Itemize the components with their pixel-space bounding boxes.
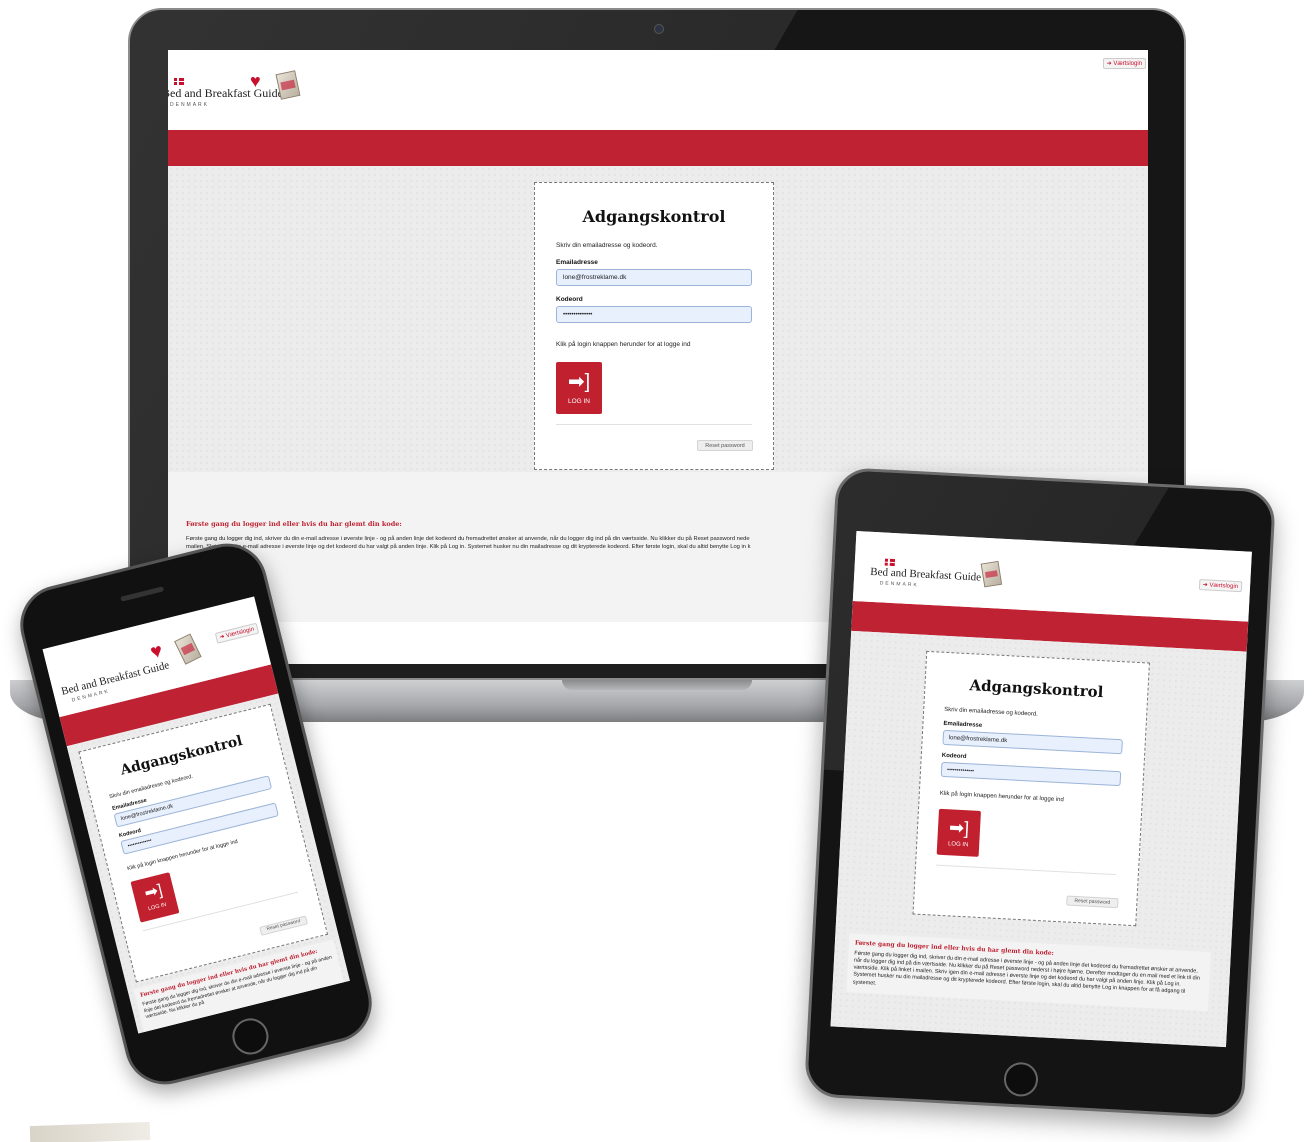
brand-name: Bed and Breakfast Guide — [168, 86, 283, 100]
password-value: •••••••••••••• — [563, 311, 593, 318]
tablet-reset-password-label: Reset password — [1074, 897, 1111, 906]
tablet-email-value: lone@frostreklame.dk — [948, 734, 1008, 744]
reset-password-label: Reset password — [705, 443, 745, 449]
host-login-button[interactable]: ➜ Værtslogin — [1102, 58, 1146, 69]
tablet-device: Bed and Breakfast Guide DENMARK ➜ Værtsl… — [803, 466, 1277, 1120]
phone-login-box: Adgangskontrol Skriv din emailadresse og… — [78, 703, 329, 983]
tablet-brand-sub: DENMARK — [879, 580, 919, 589]
tablet-password-value: •••••••••••••• — [946, 766, 975, 775]
email-value: lone@frostreklame.dk — [563, 274, 627, 281]
guide-book-icon — [275, 70, 301, 100]
login-intro: Skriv din emailadresse og kodeord. — [556, 242, 658, 249]
tablet-login-button-label: LOG IN — [947, 840, 969, 848]
laptop-notch — [562, 680, 752, 690]
phone-host-login-button[interactable]: ➜ Værtslogin — [214, 622, 260, 644]
password-field[interactable]: •••••••••••••• — [556, 306, 752, 323]
phone-brand-name: Bed and Breakfast Guide — [60, 659, 171, 698]
password-label: Kodeord — [556, 296, 583, 303]
email-field[interactable]: lone@frostreklame.dk — [556, 269, 752, 286]
tablet-login-button[interactable]: ➡] LOG IN — [936, 808, 981, 857]
content-area: Adgangskontrol Skriv din emailadresse og… — [168, 166, 1148, 472]
tablet-login-intro: Skriv din emailadresse og kodeord. — [944, 706, 1038, 718]
tablet-divider — [936, 864, 1116, 876]
phone-speaker — [120, 586, 165, 602]
sign-in-icon: ➡] — [567, 370, 591, 393]
tablet-info-section: Første gang du logger ind eller hvis du … — [846, 933, 1211, 1011]
phone-login-button[interactable]: ➡] LOG IN — [130, 872, 180, 923]
reset-password-button[interactable]: Reset password — [697, 440, 753, 451]
phone-password-value: •••••••••••••• — [127, 837, 153, 850]
site-header: Bed and Breakfast Guide DENMARK ♥ ➜ Vært… — [168, 50, 1148, 130]
tablet-login-box: Adgangskontrol Skriv din emailadresse og… — [912, 650, 1150, 927]
tablet-login-title: Adgangskontrol — [969, 676, 1104, 702]
tablet-home-button[interactable] — [1003, 1061, 1039, 1098]
host-login-label: Værtslogin — [1113, 61, 1142, 67]
phone-reset-password-label: Reset password — [266, 919, 301, 933]
tablet-brand-logo[interactable]: Bed and Breakfast Guide DENMARK — [869, 544, 1021, 602]
login-instruction: Klik på login knappen herunder for at lo… — [556, 341, 691, 348]
login-box: Adgangskontrol Skriv din emailadresse og… — [534, 182, 774, 470]
login-button-label: LOG IN — [567, 397, 591, 405]
phone-login-button-label: LOG IN — [147, 901, 168, 913]
login-title: Adgangskontrol — [582, 207, 726, 226]
phone-content: Adgangskontrol Skriv din emailadresse og… — [66, 693, 350, 1034]
divider — [556, 424, 752, 425]
phone-host-login-label: Værtslogin — [225, 626, 255, 640]
guide-book-icon — [980, 560, 1003, 588]
tablet-host-login-button[interactable]: ➜ Værtslogin — [1198, 579, 1243, 593]
tablet-content: Adgangskontrol Skriv din emailadresse og… — [830, 630, 1247, 1048]
tablet-reset-password-button[interactable]: Reset password — [1066, 895, 1119, 909]
nav-band — [168, 130, 1148, 166]
sign-in-icon: ➡] — [142, 881, 165, 903]
tablet-login-instruction: Klik på login knappen herunder for at lo… — [939, 790, 1064, 804]
brand-sub: DENMARK — [170, 102, 210, 108]
brand-logo[interactable]: Bed and Breakfast Guide DENMARK ♥ — [168, 68, 312, 108]
danish-flag-icon — [884, 558, 896, 567]
camera-icon — [654, 24, 664, 34]
heart-icon: ♥ — [250, 71, 261, 91]
heart-icon: ♥ — [148, 639, 165, 664]
phone-home-button[interactable] — [228, 1014, 273, 1059]
danish-flag-icon — [174, 78, 184, 85]
phone-reset-password-button[interactable]: Reset password — [259, 915, 308, 936]
sign-in-icon: ➡] — [948, 816, 970, 838]
corner-photo — [29, 1121, 151, 1142]
guide-book-icon — [174, 633, 202, 665]
login-button[interactable]: ➡] LOG IN — [556, 362, 602, 414]
tablet-screen: Bed and Breakfast Guide DENMARK ➜ Værtsl… — [830, 531, 1252, 1048]
tablet-host-login-label: Værtslogin — [1209, 582, 1239, 591]
email-label: Emailadresse — [556, 259, 598, 266]
